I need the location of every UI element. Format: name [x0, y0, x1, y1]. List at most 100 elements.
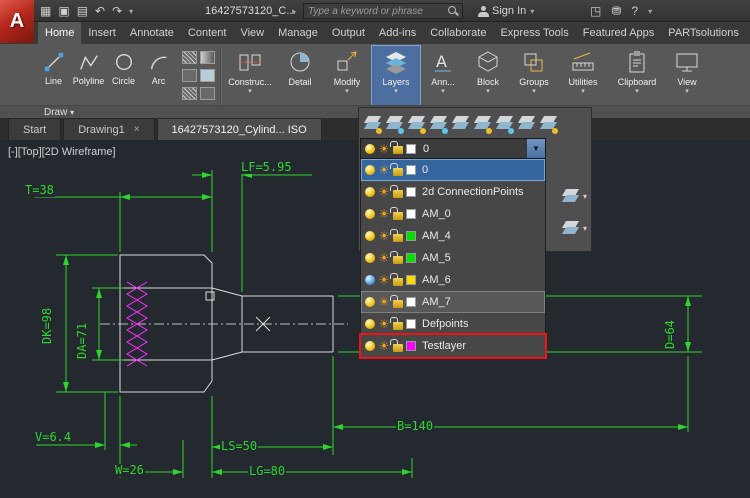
workspace-icon[interactable]: ▦: [40, 4, 51, 18]
sun-icon[interactable]: ☀: [378, 275, 390, 285]
modify-button[interactable]: Modify ▾: [323, 45, 371, 107]
combo-chevron-down-icon[interactable]: ▼: [527, 139, 545, 158]
layer-row-testlayer[interactable]: ☀Testlayer: [361, 335, 545, 357]
detail-button[interactable]: Detail: [277, 45, 323, 107]
ribbon-tab-add-ins[interactable]: Add-ins: [372, 22, 423, 44]
app-store-icon[interactable]: ◳: [590, 4, 601, 18]
layer-merge-icon[interactable]: [515, 111, 537, 135]
color-swatch[interactable]: [406, 165, 416, 175]
ribbon-tab-output[interactable]: Output: [325, 22, 372, 44]
gradient-icon[interactable]: [200, 51, 215, 64]
help-icon[interactable]: ?: [631, 4, 638, 18]
lock-icon[interactable]: [393, 300, 403, 308]
search-input[interactable]: [304, 6, 447, 17]
ribbon-tab-content[interactable]: Content: [181, 22, 234, 44]
ribbon-tab-manage[interactable]: Manage: [271, 22, 325, 44]
help-search[interactable]: [303, 3, 463, 19]
signin-button[interactable]: Sign In ▾: [478, 0, 534, 22]
ribbon-tab-collaborate[interactable]: Collaborate: [423, 22, 493, 44]
ribbon-tab-express-tools[interactable]: Express Tools: [493, 22, 575, 44]
wipeout-icon[interactable]: [182, 87, 197, 100]
view-button[interactable]: View ▾: [665, 45, 709, 107]
layer-row-defpoints[interactable]: ☀Defpoints: [361, 313, 545, 335]
application-menu-button[interactable]: A: [0, 0, 34, 43]
layer-combo[interactable]: ☀ 0 ▼: [360, 138, 546, 159]
bulb-icon[interactable]: [365, 253, 375, 263]
cart-icon[interactable]: ⛃: [611, 4, 621, 18]
lock-icon[interactable]: [393, 278, 403, 286]
layer-row-am-5[interactable]: ☀AM_5: [361, 247, 545, 269]
save-icon[interactable]: ▣: [58, 4, 69, 18]
layer-unlock-icon[interactable]: [493, 111, 515, 135]
line-button[interactable]: Line: [36, 45, 71, 103]
ribbon-tab-featured-apps[interactable]: Featured Apps: [576, 22, 662, 44]
bulb-icon[interactable]: [365, 187, 375, 197]
hatch-icon[interactable]: [182, 51, 197, 64]
color-swatch[interactable]: [406, 253, 416, 263]
search-icon[interactable]: [447, 5, 459, 17]
color-swatch[interactable]: [406, 187, 416, 197]
utilities-button[interactable]: Utilities ▾: [557, 45, 609, 107]
color-swatch[interactable]: [406, 275, 416, 285]
sun-icon[interactable]: ☀: [378, 231, 390, 241]
bulb-icon[interactable]: [365, 275, 375, 285]
layer-on-icon[interactable]: [361, 111, 383, 135]
lock-icon[interactable]: [393, 344, 403, 352]
circle-button[interactable]: Circle: [106, 45, 141, 103]
color-swatch[interactable]: [406, 341, 416, 351]
lock-icon[interactable]: [393, 212, 403, 220]
ribbon-tab-partsolutions[interactable]: PARTsolutions: [661, 22, 746, 44]
lock-icon[interactable]: [393, 190, 403, 198]
block-button[interactable]: Block ▾: [465, 45, 511, 107]
sun-icon[interactable]: ☀: [378, 341, 390, 351]
ribbon-tab-annotate[interactable]: Annotate: [123, 22, 181, 44]
qat-chevron-down-icon[interactable]: ▾: [129, 7, 133, 16]
sun-icon[interactable]: ☀: [378, 187, 390, 197]
ribbon-tab-view[interactable]: View: [233, 22, 271, 44]
layer-row-am-7[interactable]: ☀AM_7: [361, 291, 545, 313]
annotation-button[interactable]: A Ann... ▾: [421, 45, 465, 107]
revision-cloud-icon[interactable]: [200, 87, 215, 100]
layer-match-icon[interactable]: [449, 111, 471, 135]
doc-tab-16427573120-cylind-iso[interactable]: 16427573120_Cylind... ISO: [157, 118, 322, 140]
layer-walk-button[interactable]: ▾: [559, 184, 587, 208]
layer-lock-icon[interactable]: [427, 111, 449, 135]
color-swatch[interactable]: [406, 319, 416, 329]
sun-icon[interactable]: ☀: [378, 165, 390, 175]
lock-icon[interactable]: [393, 168, 403, 176]
layer-row-2d-connectionpoints[interactable]: ☀2d ConnectionPoints: [361, 181, 545, 203]
region-icon[interactable]: [200, 69, 215, 82]
doc-tab-drawing1[interactable]: Drawing1×: [63, 118, 154, 140]
layer-row-am-6[interactable]: ☀AM_6: [361, 269, 545, 291]
layer-row-am-4[interactable]: ☀AM_4: [361, 225, 545, 247]
layer-delete-icon[interactable]: [537, 111, 559, 135]
lock-icon[interactable]: [393, 256, 403, 264]
boundary-icon[interactable]: [182, 69, 197, 82]
layers-button[interactable]: Layers ▾: [371, 45, 421, 107]
color-swatch[interactable]: [406, 231, 416, 241]
color-swatch[interactable]: [406, 297, 416, 307]
ribbon-tab-home[interactable]: Home: [38, 22, 81, 44]
sun-icon[interactable]: ☀: [378, 209, 390, 219]
polyline-button[interactable]: Polyline: [71, 45, 106, 103]
close-icon[interactable]: ×: [134, 124, 140, 135]
bulb-icon[interactable]: [365, 341, 375, 351]
ribbon-tab-insert[interactable]: Insert: [81, 22, 123, 44]
arc-button[interactable]: Arc: [141, 45, 176, 103]
layer-row-am-0[interactable]: ☀AM_0: [361, 203, 545, 225]
plot-icon[interactable]: ▤: [77, 4, 88, 18]
construction-button[interactable]: Construc... ▾: [223, 45, 277, 107]
layer-isolate-icon[interactable]: [405, 111, 427, 135]
groups-button[interactable]: Groups ▾: [511, 45, 557, 107]
sun-icon[interactable]: ☀: [378, 319, 390, 329]
redo-icon[interactable]: ↷: [112, 4, 122, 18]
layer-vpfreeze-button[interactable]: ▾: [559, 216, 587, 240]
sun-icon[interactable]: ☀: [378, 253, 390, 263]
title-chevron-icon[interactable]: ▸: [292, 0, 297, 22]
undo-icon[interactable]: ↶: [95, 4, 105, 18]
lock-icon[interactable]: [393, 322, 403, 330]
bulb-icon[interactable]: [365, 165, 375, 175]
help-chevron-down-icon[interactable]: ▾: [648, 7, 652, 16]
bulb-icon[interactable]: [365, 209, 375, 219]
color-swatch[interactable]: [406, 209, 416, 219]
